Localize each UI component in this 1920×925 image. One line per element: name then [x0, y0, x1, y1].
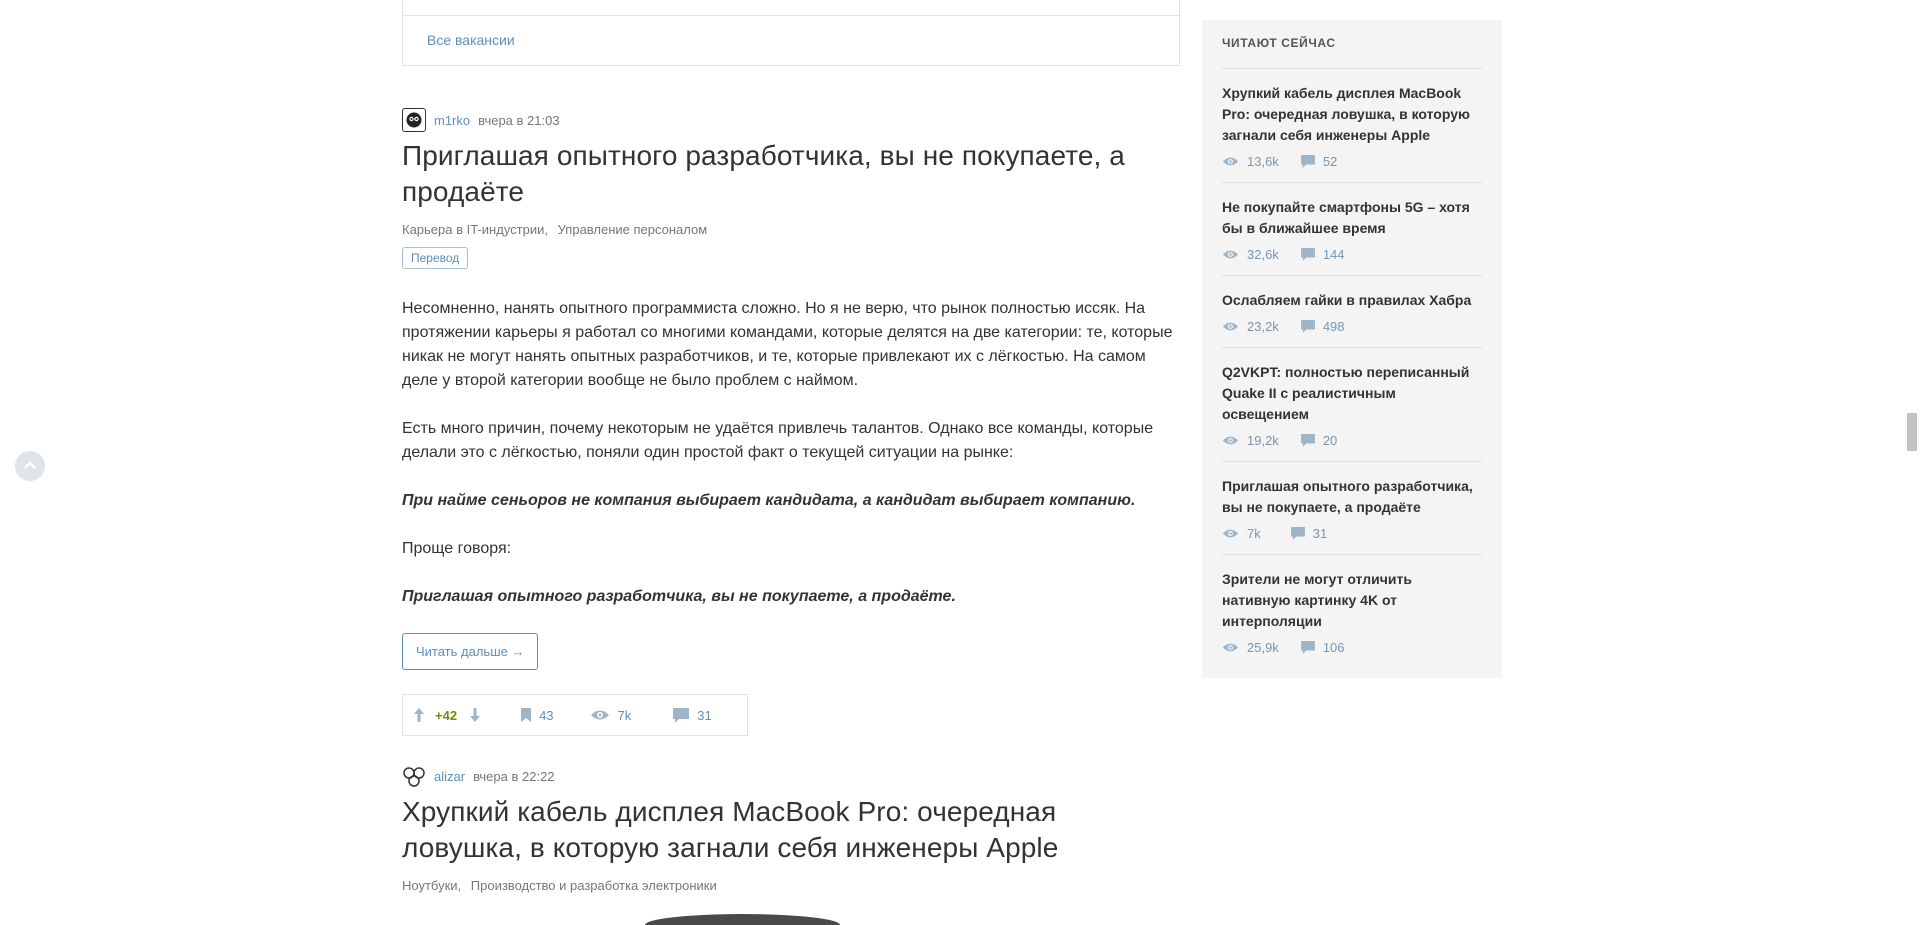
scroll-to-top-button[interactable] — [15, 451, 45, 481]
post-stats: +42 43 7k 31 — [402, 694, 748, 736]
comments-link[interactable]: 31 — [673, 707, 712, 723]
paragraph: Есть много причин, почему некоторым не у… — [402, 420, 1154, 461]
views-count: 13,6k — [1247, 154, 1279, 169]
reading-now-sidebar: ЧИТАЮТ СЕЙЧАС Хрупкий кабель дисплея Mac… — [1202, 20, 1502, 678]
sidebar-item: Хрупкий кабель дисплея MacBook Pro: очер… — [1222, 69, 1482, 183]
eye-icon — [1222, 529, 1239, 538]
views-count: 7k — [1247, 526, 1261, 541]
sidebar-heading: ЧИТАЮТ СЕЙЧАС — [1222, 36, 1482, 69]
views-count: 19,2k — [1247, 433, 1279, 448]
eye-icon — [1222, 643, 1239, 652]
arrow-down-icon — [470, 708, 481, 722]
sidebar-item-stats: 32,6k 144 — [1222, 247, 1482, 262]
post-hubs: Ноутбуки, Производство и разработка элек… — [402, 878, 1182, 893]
comment-icon — [1300, 155, 1315, 168]
sidebar-item-title[interactable]: Ослабляем гайки в правилах Хабра — [1222, 290, 1482, 311]
hub-link[interactable]: Ноутбуки, — [402, 878, 461, 893]
sidebar-item-title[interactable]: Не покупайте смартфоны 5G – хотя бы в бл… — [1222, 197, 1482, 239]
sidebar-item: Q2VKPT: полностью переписанный Quake II … — [1222, 348, 1482, 462]
hub-link[interactable]: Карьера в IT-индустрии, — [402, 222, 548, 237]
views-count: 25,9k — [1247, 640, 1279, 655]
emphasis-paragraph: При найме сеньоров не компания выбирает … — [402, 492, 1136, 509]
chevron-up-icon — [24, 461, 36, 469]
emphasis-paragraph: Приглашая опытного разработчика, вы не п… — [402, 588, 956, 605]
comment-icon — [1300, 641, 1315, 654]
comment-icon — [1290, 527, 1305, 540]
comments-count: 31 — [697, 707, 712, 723]
comments-count: 106 — [1322, 640, 1345, 655]
comment-icon — [673, 707, 690, 723]
comments-count: 20 — [1322, 433, 1338, 448]
sidebar-item-stats: 25,9k 106 — [1222, 640, 1482, 655]
post: m1rko вчера в 21:03 Приглашая опытного р… — [402, 108, 1182, 736]
post-title[interactable]: Хрупкий кабель дисплея MacBook Pro: очер… — [402, 794, 1182, 866]
views-count: 32,6k — [1247, 247, 1279, 262]
views-count: 23,2k — [1247, 319, 1279, 334]
hub-link[interactable]: Управление персоналом — [558, 222, 708, 237]
post: alizar вчера в 22:22 Хрупкий кабель дисп… — [402, 764, 1182, 893]
arrow-up-icon — [414, 708, 424, 722]
vote-down-button[interactable] — [469, 707, 481, 723]
sidebar-item-title[interactable]: Q2VKPT: полностью переписанный Quake II … — [1222, 362, 1482, 425]
bookmark-button[interactable]: 43 — [521, 707, 554, 723]
all-vacancies-link[interactable]: Все вакансии — [427, 32, 515, 48]
eye-icon — [1222, 250, 1239, 259]
read-more-button[interactable]: Читать дальше → — [402, 633, 539, 670]
comments-count: 144 — [1322, 247, 1345, 262]
avatar[interactable] — [402, 764, 426, 788]
author-link[interactable]: alizar — [434, 769, 465, 784]
views-count: 7k — [617, 707, 632, 723]
divider — [403, 15, 1179, 16]
scrollbar-thumb[interactable] — [1907, 413, 1917, 451]
sidebar-item-stats: 19,2k 20 — [1222, 433, 1482, 448]
comments-count: 52 — [1322, 154, 1338, 169]
eye-icon — [590, 710, 609, 720]
post-hubs: Карьера в IT-индустрии, Управление персо… — [402, 222, 1182, 237]
sidebar-item: Не покупайте смартфоны 5G – хотя бы в бл… — [1222, 183, 1482, 276]
sidebar-item-title[interactable]: Зрители не могут отличить нативную карти… — [1222, 569, 1482, 632]
post-image — [645, 914, 840, 925]
avatar-icon — [406, 112, 422, 128]
sidebar-item-title[interactable]: Хрупкий кабель дисплея MacBook Pro: очер… — [1222, 83, 1482, 146]
hub-link[interactable]: Производство и разработка электроники — [471, 878, 717, 893]
comment-icon — [1300, 248, 1315, 261]
post-body: Несомненно, нанять опытного программиста… — [402, 297, 1182, 609]
sidebar-item: Зрители не могут отличить нативную карти… — [1222, 555, 1482, 668]
paragraph: Несомненно, нанять опытного программиста… — [402, 300, 1173, 389]
bookmark-count: 43 — [539, 707, 554, 723]
post-time: вчера в 21:03 — [478, 112, 560, 128]
eye-icon — [1222, 157, 1239, 166]
vote-up-button[interactable] — [413, 707, 425, 723]
vote-score: +42 — [435, 707, 458, 723]
post-meta: alizar вчера в 22:22 — [402, 764, 1182, 788]
vacancies-box: Все вакансии — [402, 0, 1180, 66]
paragraph: Проще говоря: — [402, 540, 512, 557]
avatar[interactable] — [402, 108, 426, 132]
eye-icon — [1222, 436, 1239, 445]
post-meta: m1rko вчера в 21:03 — [402, 108, 1182, 132]
comments-count: 498 — [1322, 319, 1345, 334]
sidebar-item-stats: 23,2k 498 — [1222, 319, 1482, 334]
translation-badge[interactable]: Перевод — [402, 247, 469, 269]
sidebar-item-stats: 7k 31 — [1222, 526, 1482, 541]
author-link[interactable]: m1rko — [434, 113, 470, 128]
sidebar-item-stats: 13,6k 52 — [1222, 154, 1482, 169]
comment-icon — [1300, 434, 1315, 447]
avatar-icon — [403, 767, 425, 787]
views-stat: 7k — [590, 707, 632, 723]
sidebar-item-title[interactable]: Приглашая опытного разработчика, вы не п… — [1222, 476, 1482, 518]
bookmark-icon — [521, 708, 532, 722]
post-title[interactable]: Приглашая опытного разработчика, вы не п… — [402, 138, 1182, 210]
eye-icon — [1222, 322, 1239, 331]
comments-count: 31 — [1312, 526, 1328, 541]
post-time: вчера в 22:22 — [473, 768, 555, 784]
sidebar-item: Приглашая опытного разработчика, вы не п… — [1222, 462, 1482, 555]
sidebar-item: Ослабляем гайки в правилах Хабра 23,2k 4… — [1222, 276, 1482, 348]
comment-icon — [1300, 320, 1315, 333]
